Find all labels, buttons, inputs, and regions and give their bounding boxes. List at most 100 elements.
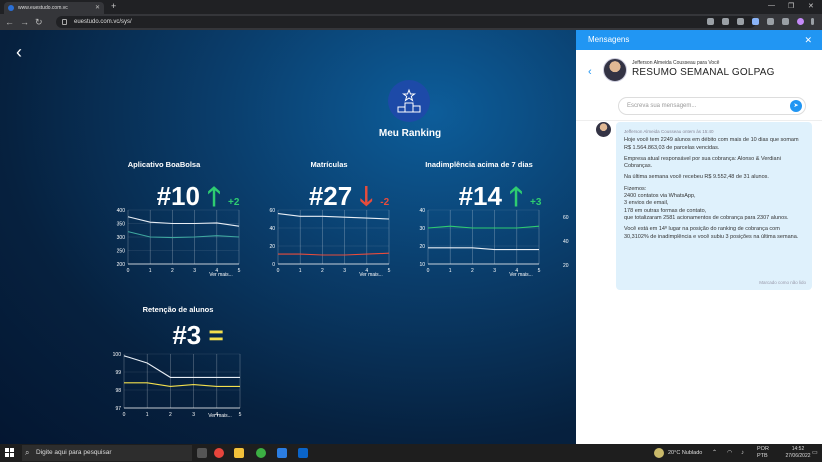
send-button[interactable]: ➤ <box>790 100 802 112</box>
vscode-icon[interactable] <box>277 448 287 458</box>
file-explorer-icon[interactable] <box>234 448 244 458</box>
sidepanel-icon[interactable] <box>782 18 789 25</box>
x-tick-label: 2 <box>169 412 172 418</box>
y-tick-label: 250 <box>117 249 126 255</box>
series-line <box>123 355 240 378</box>
see-more-link[interactable]: Ver mais... <box>341 272 401 278</box>
zoom-icon[interactable] <box>722 18 729 25</box>
taskbar-search-placeholder: Digite aqui para pesquisar <box>36 449 112 456</box>
x-tick-label: 0 <box>427 268 430 274</box>
line-chart: 0 1 2 3 4 50204060 <box>269 208 390 274</box>
divider <box>576 120 822 121</box>
line-chart: 0 1 2 3 4 510203040 <box>419 208 540 274</box>
see-more-link[interactable]: Ver mais... <box>191 272 251 278</box>
clock-date: 27/06/2022 <box>785 453 811 459</box>
maximize-icon[interactable]: ❐ <box>788 2 794 10</box>
minimize-icon[interactable]: — <box>768 2 775 9</box>
panel-title: Mensagens <box>588 35 630 44</box>
volume-icon[interactable]: ♪ <box>741 444 744 462</box>
y-tick-label: 40 <box>269 226 275 232</box>
y-tick-label: 10 <box>419 262 425 268</box>
avatar <box>596 122 611 137</box>
y-tick-label: 20 <box>269 244 275 250</box>
line-chart: 0 1 2 3 4 5200250300350400 <box>117 208 241 274</box>
share-icon[interactable] <box>707 18 714 25</box>
x-tick-label: 0 <box>277 268 280 274</box>
y-tick-label: 98 <box>115 388 121 394</box>
star-icon[interactable] <box>752 18 759 25</box>
extensions-icon[interactable] <box>767 18 774 25</box>
message-paragraph: Hoje você tem 2249 alunos em débito com … <box>624 137 799 151</box>
weather-text[interactable]: 20°C Nublado <box>668 444 702 462</box>
message-subject: RESUMO SEMANAL GOLPAG <box>632 67 775 78</box>
messages-panel: Mensagens ✕ ‹ Jefferson Almeida Cousseau… <box>576 30 822 444</box>
message-paragraph: Empresa atual responsável por sua cobran… <box>624 155 781 170</box>
bookmark-icon[interactable] <box>737 18 744 25</box>
search-icon: ⌕ <box>25 448 30 457</box>
app-icon[interactable] <box>256 448 266 458</box>
network-icon[interactable]: ◠ <box>727 444 732 462</box>
message-meta: Jefferson Almeida Cousseau ontem às 15:4… <box>624 129 714 134</box>
url-field[interactable]: euestudo.com.vc/sys/ <box>56 16 756 28</box>
message-input[interactable]: Escreva sua mensagem... ➤ <box>618 97 806 115</box>
chrome-icon[interactable] <box>214 448 224 458</box>
x-tick-label: 1 <box>149 268 152 274</box>
y-tick-label: 20 <box>419 244 425 250</box>
see-more-link[interactable]: Ver mais... <box>491 272 551 278</box>
y-tick-label: 300 <box>117 235 126 241</box>
taskbar-search[interactable]: ⌕ Digite aqui para pesquisar <box>22 445 192 461</box>
back-chevron-icon[interactable]: ‹ <box>588 66 592 78</box>
y-tick-label: 100 <box>113 352 122 358</box>
read-status-link[interactable]: Marcado como não lido <box>759 279 806 286</box>
address-bar: ← → ↻ euestudo.com.vc/sys/ <box>0 14 822 30</box>
browser-tab[interactable]: www.euestudo.com.vc ✕ <box>4 2 104 14</box>
rank-value: #3 = <box>98 320 298 351</box>
message-line: 3 envios de email, <box>624 200 669 207</box>
reload-icon[interactable]: ↻ <box>35 16 43 28</box>
series-line <box>277 213 390 220</box>
axis-tick: 20 <box>563 263 569 269</box>
series-line <box>278 252 390 256</box>
clock[interactable]: 14:52 27/06/2022 <box>783 446 813 460</box>
close-window-icon[interactable]: ✕ <box>808 2 814 10</box>
weather-icon <box>654 448 664 458</box>
y-tick-label: 0 <box>272 262 275 268</box>
x-tick-label: 1 <box>449 268 452 274</box>
language-indicator[interactable]: POR PTB <box>757 446 769 460</box>
podium-icon <box>388 80 430 122</box>
close-panel-icon[interactable]: ✕ <box>804 30 812 50</box>
message-input-placeholder: Escreva sua mensagem... <box>627 103 697 109</box>
message-from: Jefferson Almeida Cousseau para Você <box>632 60 720 66</box>
tab-title: www.euestudo.com.vc <box>18 5 68 11</box>
tray-up-icon[interactable]: ⌃ <box>712 444 717 462</box>
axis-tick: 60 <box>563 215 569 221</box>
see-more-link[interactable]: Ver mais... <box>190 413 250 419</box>
panel-header: Mensagens ✕ <box>576 30 822 50</box>
y-tick-label: 350 <box>117 222 126 228</box>
back-arrow-icon[interactable]: ‹ <box>16 42 22 63</box>
profile-icon[interactable] <box>797 18 804 25</box>
message-line: Fizemos: <box>624 185 647 192</box>
task-view-icon[interactable] <box>197 448 207 458</box>
partial-chart-axis: 60 40 20 <box>563 206 569 278</box>
close-tab-icon[interactable]: ✕ <box>95 2 100 14</box>
back-nav-icon[interactable]: ← <box>5 16 14 28</box>
y-tick-label: 60 <box>269 208 275 214</box>
series-line <box>427 225 540 229</box>
series-line <box>127 216 240 227</box>
y-tick-label: 97 <box>115 406 121 412</box>
menu-icon[interactable] <box>811 18 814 25</box>
y-tick-label: 99 <box>115 370 121 376</box>
y-tick-label: 400 <box>117 208 126 214</box>
windows-start-icon[interactable] <box>5 448 15 458</box>
x-tick-label: 2 <box>471 268 474 274</box>
app-icon[interactable] <box>298 448 308 458</box>
message-paragraph: Na última semana você recebeu R$ 9.552,4… <box>624 174 769 181</box>
notifications-icon[interactable]: ▭ <box>812 444 818 462</box>
series-line <box>127 231 240 239</box>
forward-nav-icon[interactable]: → <box>20 16 29 28</box>
message-line: 2400 contatos via WhatsApp, <box>624 193 696 200</box>
new-tab-button[interactable]: + <box>111 1 116 11</box>
rank-number: #3 <box>172 320 202 350</box>
card-title: Retenção de alunos <box>142 305 214 314</box>
